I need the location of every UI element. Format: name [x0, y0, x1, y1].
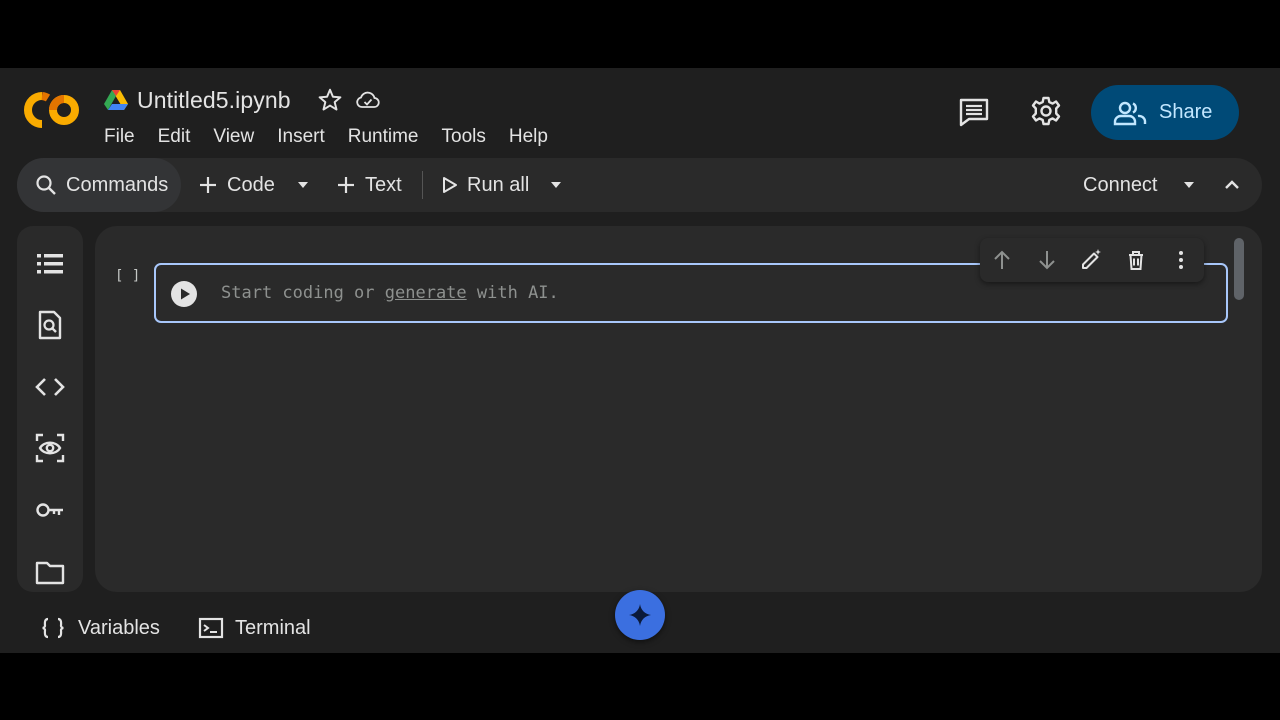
- variables-label: Variables: [78, 616, 160, 639]
- run-all-dropdown-icon[interactable]: [548, 177, 564, 193]
- people-icon: [1113, 101, 1147, 125]
- commands-button[interactable]: Commands: [17, 158, 181, 212]
- generate-link[interactable]: generate: [385, 283, 467, 303]
- terminal-icon: [198, 617, 224, 639]
- cell-toolbar: [980, 238, 1204, 282]
- notebook-scrollbar[interactable]: [1234, 238, 1244, 300]
- placeholder-text-end: with AI.: [466, 283, 559, 303]
- menu-insert[interactable]: Insert: [277, 126, 325, 148]
- chevron-up-icon[interactable]: [1223, 176, 1241, 194]
- connect-label: Connect: [1083, 173, 1158, 196]
- secrets-key-icon[interactable]: [34, 494, 66, 526]
- variables-inspector-icon[interactable]: [34, 432, 66, 464]
- text-label: Text: [365, 173, 402, 196]
- add-code-cell-button[interactable]: Code: [197, 158, 275, 212]
- variables-button[interactable]: Variables: [40, 603, 160, 653]
- play-outline-icon: [443, 177, 457, 193]
- more-options-icon[interactable]: [1169, 248, 1193, 272]
- gemini-button[interactable]: [615, 590, 665, 640]
- placeholder-text: Start coding or: [221, 283, 385, 303]
- colab-logo[interactable]: [22, 92, 82, 128]
- plus-icon: [338, 177, 354, 193]
- move-up-icon[interactable]: [990, 248, 1014, 272]
- search-icon: [36, 175, 56, 195]
- run-all-button[interactable]: Run all: [438, 158, 529, 212]
- gemini-sparkle-icon: [629, 604, 651, 626]
- connect-button[interactable]: Connect: [1083, 158, 1158, 212]
- gear-icon[interactable]: [1030, 95, 1062, 127]
- menu-runtime[interactable]: Runtime: [348, 126, 419, 148]
- star-icon[interactable]: [317, 87, 343, 113]
- share-button[interactable]: Share: [1091, 85, 1239, 140]
- notebook-title[interactable]: Untitled5.ipynb: [137, 87, 291, 114]
- menu-tools[interactable]: Tools: [442, 126, 486, 148]
- run-cell-icon[interactable]: [170, 280, 198, 308]
- terminal-button[interactable]: Terminal: [198, 603, 311, 653]
- connect-dropdown-icon[interactable]: [1181, 177, 1197, 193]
- side-rail: [17, 226, 83, 592]
- code-dropdown-icon[interactable]: [295, 177, 311, 193]
- edit-with-ai-icon[interactable]: [1079, 248, 1103, 272]
- colab-window: Untitled5.ipynb File Edit View Insert Ru…: [0, 68, 1280, 653]
- cell-placeholder[interactable]: Start coding or generate with AI.: [221, 283, 559, 303]
- find-icon[interactable]: [34, 309, 66, 341]
- execution-count: [ ]: [115, 268, 141, 284]
- run-all-label: Run all: [467, 173, 530, 196]
- curly-braces-icon: [42, 617, 64, 639]
- terminal-label: Terminal: [235, 616, 311, 639]
- plus-icon: [200, 177, 216, 193]
- title-row: Untitled5.ipynb: [104, 85, 393, 115]
- menu-bar: File Edit View Insert Runtime Tools Help: [104, 126, 571, 148]
- code-label: Code: [227, 173, 275, 196]
- table-of-contents-icon[interactable]: [34, 248, 66, 280]
- toolbar-divider: [422, 171, 423, 199]
- commands-label: Commands: [66, 173, 169, 196]
- cloud-saved-icon[interactable]: [355, 87, 381, 113]
- add-text-cell-button[interactable]: Text: [335, 158, 402, 212]
- menu-edit[interactable]: Edit: [158, 126, 191, 148]
- notebook-toolbar: Commands Code Text Run all Connect: [17, 158, 1262, 212]
- comment-icon[interactable]: [958, 96, 990, 128]
- delete-icon[interactable]: [1124, 248, 1148, 272]
- files-folder-icon[interactable]: [34, 556, 66, 588]
- share-label: Share: [1159, 101, 1213, 123]
- google-drive-icon[interactable]: [104, 89, 128, 111]
- notebook-panel: [ ] Start coding or generate with AI.: [95, 226, 1262, 592]
- menu-view[interactable]: View: [213, 126, 254, 148]
- menu-file[interactable]: File: [104, 126, 135, 148]
- move-down-icon[interactable]: [1035, 248, 1059, 272]
- menu-help[interactable]: Help: [509, 126, 548, 148]
- code-snippets-icon[interactable]: [34, 371, 66, 403]
